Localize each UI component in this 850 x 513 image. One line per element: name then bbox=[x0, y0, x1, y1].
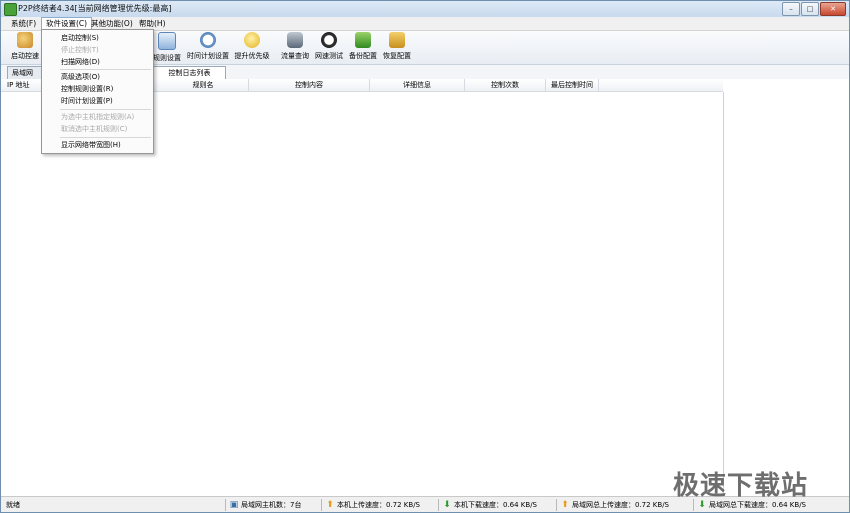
restore-config-button[interactable]: 恢复配置 bbox=[381, 32, 413, 63]
menu-item-time-schedule[interactable]: 时间计划设置(P) bbox=[43, 95, 152, 107]
column-control-content[interactable]: 控制内容 bbox=[249, 79, 370, 91]
close-button[interactable]: ✕ bbox=[820, 2, 846, 16]
status-text: 就绪 bbox=[6, 501, 20, 509]
column-details[interactable]: 详细信息 bbox=[370, 79, 465, 91]
status-divider bbox=[438, 499, 439, 511]
rules-icon bbox=[158, 32, 176, 50]
software-settings-menu: 启动控制(S) 停止控制(T) 扫描网络(D) 高级选项(O) 控制规则设置(R… bbox=[41, 29, 154, 154]
menu-separator bbox=[60, 137, 151, 138]
watermark: 极速下载站 bbox=[673, 471, 809, 501]
menu-item-bandwidth-chart[interactable]: 显示网络带宽图(H) bbox=[43, 139, 152, 151]
raise-priority-button[interactable]: 提升优先级 bbox=[233, 32, 271, 63]
title-bar[interactable]: P2P终结者4.34[当前网络管理优先级:最高] – □ ✕ bbox=[1, 1, 849, 17]
app-icon bbox=[4, 3, 17, 16]
column-rule-name[interactable]: 规则名 bbox=[158, 79, 249, 91]
menu-item-control-rules[interactable]: 控制规则设置(R) bbox=[43, 83, 152, 95]
network-hosts-icon: ▣ bbox=[229, 500, 239, 510]
start-control-button[interactable]: 启动控速 bbox=[9, 32, 41, 63]
backup-config-button[interactable]: 备份配置 bbox=[347, 32, 379, 63]
right-panel bbox=[724, 79, 849, 495]
menu-system[interactable]: 系统(F) bbox=[7, 17, 40, 30]
status-divider bbox=[321, 499, 322, 511]
local-upload-speed: 本机上传速度：0.72 KB/S bbox=[337, 501, 421, 509]
app-window: P2P终结者4.34[当前网络管理优先级:最高] – □ ✕ 系统(F) 软件设… bbox=[0, 0, 850, 513]
clock-icon bbox=[200, 32, 216, 48]
restore-icon bbox=[389, 32, 405, 48]
tab-control-log[interactable]: 控制日志列表 bbox=[153, 66, 226, 79]
menu-item-scan-network[interactable]: 扫描网络(D) bbox=[43, 56, 152, 68]
column-control-count[interactable]: 控制次数 bbox=[465, 79, 546, 91]
menu-item-start-control[interactable]: 启动控制(S) bbox=[43, 32, 152, 44]
column-last-control-time[interactable]: 最后控制时间 bbox=[546, 79, 599, 91]
lan-total-upload-speed: 局域网总上传速度：0.72 KB/S bbox=[572, 501, 670, 509]
lan-host-count: 局域网主机数：7台 bbox=[241, 501, 302, 509]
rocket-icon bbox=[17, 32, 33, 48]
menu-separator bbox=[60, 109, 151, 110]
window-controls: – □ ✕ bbox=[782, 2, 846, 16]
status-divider bbox=[556, 499, 557, 511]
maximize-button[interactable]: □ bbox=[801, 2, 819, 16]
speed-test-button[interactable]: 网速测试 bbox=[313, 32, 345, 63]
menu-item-advanced-options[interactable]: 高级选项(O) bbox=[43, 71, 152, 83]
time-schedule-button[interactable]: 时间计划设置 bbox=[186, 32, 230, 63]
download-arrow-icon: ⬇ bbox=[698, 500, 706, 510]
gauge-icon bbox=[321, 32, 337, 48]
window-title: P2P终结者4.34[当前网络管理优先级:最高] bbox=[18, 4, 172, 13]
upload-arrow-icon: ⬆ bbox=[326, 500, 334, 510]
backup-icon bbox=[355, 32, 371, 48]
menu-item-assign-rule: 为选中主机指定规则(A) bbox=[61, 113, 135, 121]
menu-separator bbox=[60, 69, 151, 70]
rules-settings-button[interactable]: 规则设置 bbox=[151, 32, 183, 63]
database-icon bbox=[287, 32, 303, 48]
download-arrow-icon: ⬇ bbox=[443, 500, 451, 510]
menu-item-cancel-rule: 取消选中主机规则(C) bbox=[61, 125, 128, 133]
minimize-button[interactable]: – bbox=[782, 2, 800, 16]
traffic-query-button[interactable]: 流量查询 bbox=[279, 32, 311, 63]
medal-icon bbox=[244, 32, 260, 48]
local-download-speed: 本机下载速度：0.64 KB/S bbox=[454, 501, 538, 509]
menu-item-stop-control: 停止控制(T) bbox=[61, 46, 99, 54]
upload-arrow-icon: ⬆ bbox=[561, 500, 569, 510]
status-divider bbox=[225, 499, 226, 511]
